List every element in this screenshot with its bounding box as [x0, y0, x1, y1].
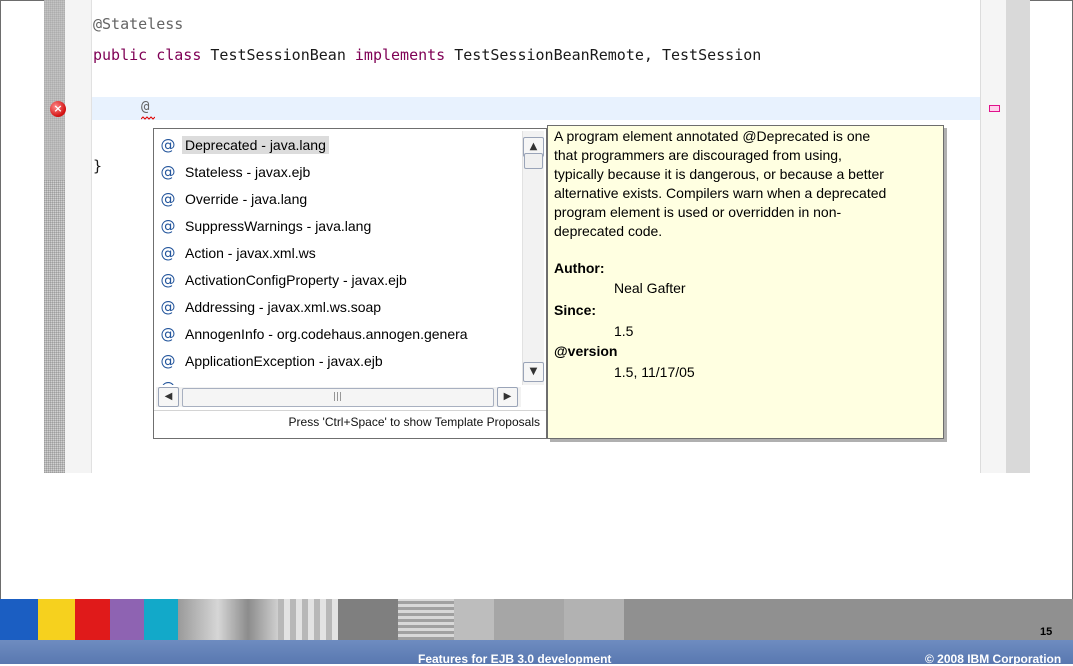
annotation-icon: @ — [160, 352, 176, 370]
annotation-icon: @ — [160, 217, 176, 235]
content-assist-popup[interactable]: @ Deprecated - java.lang @ Stateless - j… — [153, 128, 547, 439]
editor-scrollbar[interactable] — [1006, 0, 1030, 473]
color-tile-purple — [110, 599, 144, 640]
annotation-icon: @ — [160, 244, 176, 262]
annotation-icon: @ — [160, 380, 176, 385]
scroll-down-button[interactable]: ▼ — [523, 362, 544, 382]
color-tile-blue — [0, 599, 38, 640]
javadoc-hover: A program element annotated @Deprecated … — [547, 125, 944, 439]
proposal-item[interactable]: @ ApplicationException - javax.ejb — [160, 349, 386, 373]
proposal-item[interactable]: @ Override - java.lang — [160, 187, 310, 211]
proposal-item[interactable]: @ AnnogenInfo - org.codehaus.annogen.gen… — [160, 322, 471, 346]
error-squiggle — [141, 116, 155, 120]
author-label: Author: — [554, 260, 605, 276]
error-icon[interactable]: × — [50, 101, 66, 117]
javadoc-line: that programmers are discouraged from us… — [554, 147, 842, 163]
scroll-right-button[interactable]: ▶ — [497, 387, 518, 407]
photo-tile-pattern — [278, 599, 338, 640]
javadoc-line: typically because it is dangerous, or be… — [554, 166, 884, 182]
javadoc-line: deprecated code. — [554, 223, 663, 239]
typed-at-sign[interactable]: @ — [141, 99, 149, 115]
photo-tile-grey — [494, 599, 564, 640]
scroll-grip-icon: ||| — [333, 392, 343, 402]
photo-tile-stripes — [398, 599, 454, 640]
proposal-item[interactable]: @ SuppressWarnings - java.lang — [160, 214, 374, 238]
page-number: 15 — [1040, 626, 1053, 638]
annotation-icon: @ — [160, 190, 176, 208]
current-line-highlight — [92, 97, 980, 120]
proposal-item[interactable]: @ Addressing - javax.xml.ws.soap — [160, 295, 384, 319]
javadoc-line: A program element annotated @Deprecated … — [554, 128, 871, 144]
horizontal-scroll-thumb[interactable]: ||| — [182, 388, 494, 407]
annotation-icon: @ — [160, 298, 176, 316]
color-tile-red — [75, 599, 110, 640]
proposal-item[interactable]: @ Stateless - javax.ejb — [160, 160, 313, 184]
proposal-horizontal-scrollbar[interactable]: ◀ ||| ▶ — [156, 387, 521, 407]
popup-divider — [154, 410, 546, 411]
template-proposals-hint: Press 'Ctrl+Space' to show Template Prop… — [288, 415, 540, 429]
photo-tile-people — [178, 599, 278, 640]
author-value: Neal Gafter — [614, 280, 686, 296]
left-ruler-shade — [44, 0, 65, 180]
proposal-item[interactable]: @ Action - javax.xml.ws — [160, 241, 319, 265]
version-label: @version — [554, 343, 618, 359]
since-value: 1.5 — [614, 323, 634, 339]
class-declaration-line: public class TestSessionBean implements … — [93, 46, 761, 64]
scroll-left-button[interactable]: ◀ — [158, 387, 179, 407]
annotation-icon: @ — [160, 136, 176, 154]
proposal-item[interactable]: @ ActivationConfigProperty - javax.ejb — [160, 268, 410, 292]
proposal-vertical-scrollbar[interactable]: ▲ ▼ — [522, 131, 544, 385]
javadoc-line: program element is used or overridden in… — [554, 204, 842, 220]
photo-tile-dark — [338, 599, 398, 640]
color-tile-cyan — [144, 599, 178, 640]
class-keywords: public class — [93, 46, 202, 64]
proposal-item[interactable]: @ Deprecated - java.lang — [160, 133, 329, 157]
annotation-icon: @ — [160, 325, 176, 343]
annotation-line: @Stateless — [93, 15, 184, 33]
photo-tile-light — [454, 599, 494, 640]
annotation-gutter — [65, 0, 92, 473]
since-label: Since: — [554, 302, 597, 318]
error-marker[interactable] — [989, 105, 1000, 112]
version-value: 1.5, 11/17/05 — [614, 364, 695, 380]
annotation-icon: @ — [160, 271, 176, 289]
vertical-scroll-thumb[interactable] — [524, 153, 543, 169]
overview-ruler[interactable] — [980, 0, 1007, 473]
annotation-icon: @ — [160, 163, 176, 181]
left-ruler — [44, 0, 65, 473]
color-tile-yellow — [38, 599, 75, 640]
photo-tile-grey-2 — [564, 599, 624, 640]
implements-keyword: implements — [354, 46, 446, 64]
proposal-list[interactable]: @ Deprecated - java.lang @ Stateless - j… — [154, 129, 520, 385]
javadoc-line: alternative exists. Compilers warn when … — [554, 185, 887, 201]
class-name: TestSessionBean — [201, 46, 355, 64]
javadoc-description: A program element annotated @Deprecated … — [554, 127, 939, 241]
closing-brace: } — [93, 157, 103, 175]
proposal-item-partial[interactable]: @ — [160, 376, 182, 385]
interfaces-list: TestSessionBeanRemote, TestSession — [445, 46, 762, 64]
